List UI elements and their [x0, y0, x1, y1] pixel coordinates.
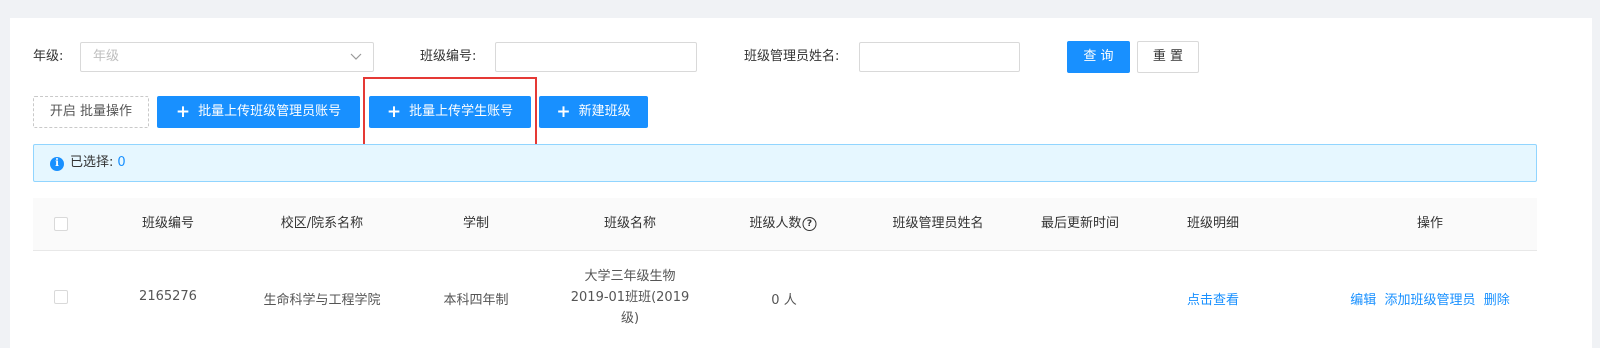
view-detail-link[interactable]: 点击查看 — [1187, 289, 1239, 308]
new-class-label: 新建班级 — [578, 104, 631, 119]
row-checkbox[interactable] — [54, 290, 68, 304]
manager-label: 班级管理员姓名: — [744, 49, 840, 64]
new-class-button[interactable]: + 新建班级 — [539, 96, 648, 128]
class-name-line: 级) — [620, 311, 640, 326]
selected-label: 已选择: — [70, 155, 114, 170]
col-actions: 操作 — [1416, 216, 1444, 231]
col-detail: 班级明细 — [1186, 216, 1240, 231]
class-name-line: 2019-01班班(2019 — [570, 290, 690, 305]
table-row: 2165276 生命科学与工程学院 本科四年制 大学三年级生物 2019-01班… — [33, 251, 1537, 348]
grade-placeholder: 年级 — [93, 49, 120, 64]
query-button[interactable]: 查 询 — [1067, 41, 1130, 73]
col-count: 班级人数? — [749, 198, 817, 250]
cell-class-no: 2165276 — [139, 289, 197, 304]
col-count-label: 班级人数 — [749, 216, 802, 231]
cell-class-name: 大学三年级生物 2019-01班班(2019 级) — [571, 266, 689, 329]
class-no-input[interactable] — [495, 42, 697, 72]
upload-managers-label: 批量上传班级管理员账号 — [198, 104, 342, 119]
content-panel: 年级: 年级 班级编号: 班级管理员姓名: 查 询 重 置 开启 批量操作 + 批… — [10, 18, 1592, 348]
grade-select[interactable]: 年级 — [80, 42, 374, 72]
cell-count: 0 人 — [771, 293, 797, 308]
table-header: 班级编号 校区/院系名称 学制 班级名称 班级人数? 班级管理员姓名 最后更新时… — [33, 198, 1537, 251]
manager-input[interactable] — [859, 42, 1020, 72]
cell-department: 生命科学与工程学院 — [263, 293, 381, 308]
col-system: 学制 — [462, 216, 490, 231]
upload-managers-button[interactable]: + 批量上传班级管理员账号 — [157, 96, 360, 128]
delete-link[interactable]: 删除 — [1484, 293, 1510, 308]
info-icon: i — [50, 157, 64, 171]
selection-alert: i 已选择: 0 — [33, 144, 1537, 182]
selected-count: 0 — [117, 155, 126, 170]
question-icon[interactable]: ? — [802, 216, 817, 231]
plus-icon: + — [556, 102, 571, 122]
reset-button[interactable]: 重 置 — [1137, 41, 1199, 73]
col-updated: 最后更新时间 — [1040, 216, 1120, 231]
col-department: 校区/院系名称 — [280, 216, 364, 231]
class-name-line: 大学三年级生物 — [584, 269, 676, 284]
batch-operation-toggle[interactable]: 开启 批量操作 — [33, 96, 149, 128]
highlight-box — [363, 77, 537, 148]
class-no-label: 班级编号: — [420, 49, 477, 64]
col-class-name: 班级名称 — [603, 216, 657, 231]
col-class-no: 班级编号 — [141, 216, 195, 231]
add-manager-link[interactable]: 添加班级管理员 — [1384, 293, 1475, 308]
plus-icon: + — [175, 102, 191, 122]
cell-actions: 编辑 添加班级管理员 删除 — [1350, 289, 1510, 308]
chevron-down-icon — [350, 53, 362, 60]
col-manager: 班级管理员姓名 — [892, 216, 984, 231]
edit-link[interactable]: 编辑 — [1350, 293, 1376, 308]
select-all-checkbox[interactable] — [54, 217, 68, 231]
grade-label: 年级: — [33, 49, 64, 64]
cell-system: 本科四年制 — [443, 293, 509, 308]
